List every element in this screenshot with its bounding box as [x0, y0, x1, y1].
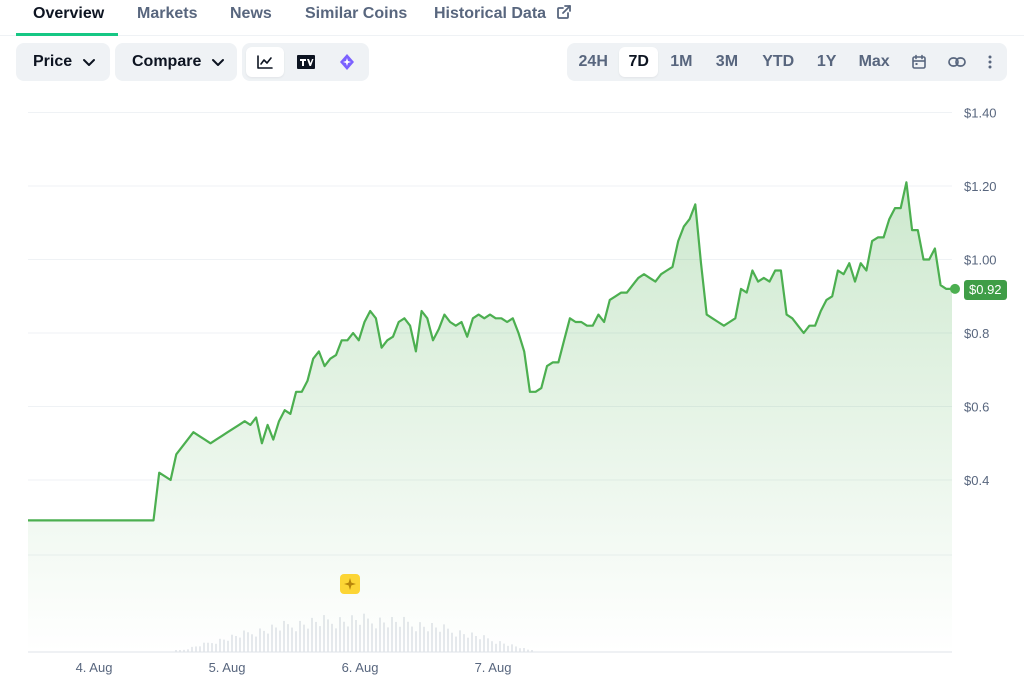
x-tick-label: 7. Aug: [475, 660, 512, 675]
x-tick-label: 5. Aug: [209, 660, 246, 675]
chart-view-switcher: [242, 43, 369, 81]
price-dropdown-label: Price: [33, 53, 73, 70]
y-tick-label: $0.4: [964, 473, 989, 488]
y-tick-label: $1.40: [964, 106, 997, 121]
range-1y-button[interactable]: 1Y: [807, 47, 846, 77]
coin-tabs: Overview Markets News Similar Coins Hist…: [0, 0, 1024, 36]
y-tick-label: $1.00: [964, 253, 997, 268]
chevron-down-icon: [211, 55, 225, 69]
range-3m-button[interactable]: 3M: [705, 47, 749, 77]
x-axis-labels: 4. Aug 5. Aug 6. Aug 7. Aug: [76, 660, 512, 675]
time-range-switcher: 24H 7D 1M 3M YTD 1Y Max: [567, 43, 1007, 81]
range-7d-button[interactable]: 7D: [619, 47, 659, 77]
y-tick-label: $0.6: [964, 400, 989, 415]
range-24h-button[interactable]: 24H: [571, 47, 615, 77]
ai-icon[interactable]: [329, 47, 365, 77]
more-icon[interactable]: [978, 47, 1003, 77]
price-area: [28, 182, 952, 653]
tab-similar-coins[interactable]: Similar Coins: [305, 4, 407, 36]
range-1m-button[interactable]: 1M: [662, 47, 701, 77]
x-tick-label: 6. Aug: [342, 660, 379, 675]
line-chart-icon[interactable]: [246, 47, 285, 77]
current-price-badge: $0.92: [964, 280, 1007, 300]
y-tick-label: $1.20: [964, 179, 997, 194]
x-tick-label: 4. Aug: [76, 660, 113, 675]
ai-event-marker[interactable]: [340, 574, 360, 594]
external-link-icon: [556, 4, 572, 26]
chevron-down-icon: [82, 55, 96, 69]
range-ytd-button[interactable]: YTD: [753, 47, 803, 77]
link-icon[interactable]: [939, 47, 974, 77]
tab-overview[interactable]: Overview: [16, 4, 118, 36]
price-chart[interactable]: $0.4 $0.6 $0.8 $1.00 $1.20 $1.40 4. Aug 5. Aug…: [0, 90, 1024, 688]
tab-news[interactable]: News: [230, 4, 272, 36]
tradingview-icon[interactable]: [288, 47, 324, 77]
y-tick-label: $0.8: [964, 326, 989, 341]
tab-historical-data-label: Historical Data: [434, 5, 547, 22]
sparkle-icon: [344, 578, 356, 590]
compare-dropdown-label: Compare: [132, 53, 202, 70]
calendar-icon[interactable]: [902, 47, 935, 77]
current-price-dot: [950, 283, 960, 294]
price-dropdown[interactable]: Price: [16, 43, 110, 81]
tab-markets[interactable]: Markets: [137, 4, 197, 36]
range-max-button[interactable]: Max: [850, 47, 898, 77]
tab-historical-data[interactable]: Historical Data: [434, 4, 572, 36]
compare-dropdown[interactable]: Compare: [115, 43, 237, 81]
